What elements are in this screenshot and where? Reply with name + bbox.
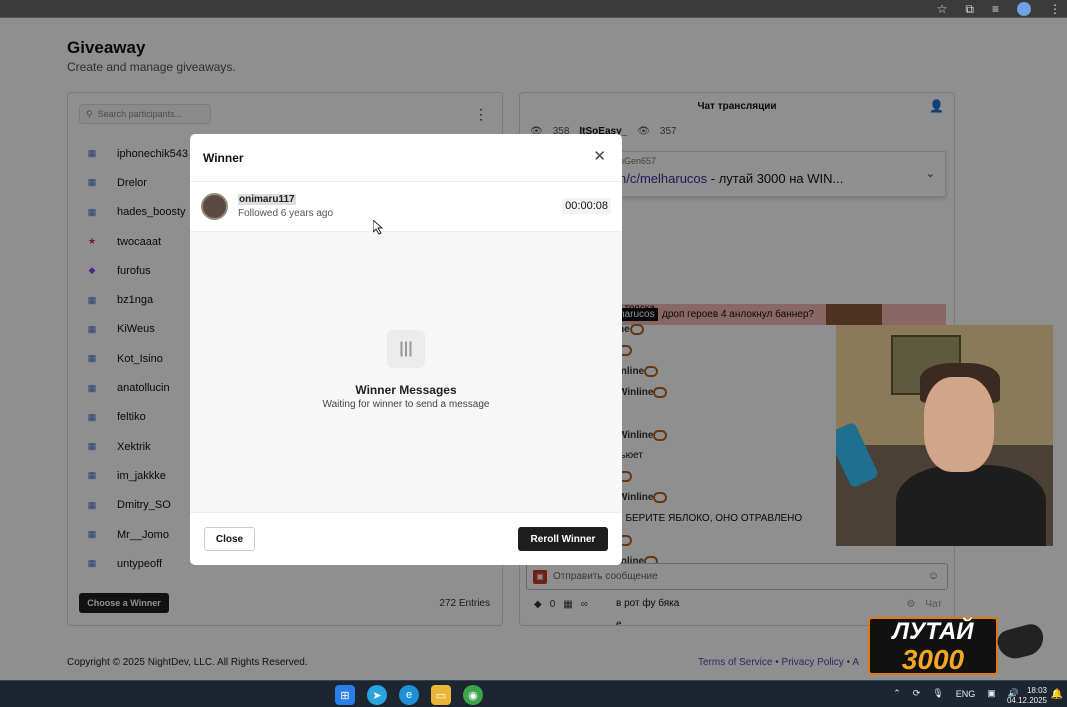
promo-line1: ЛУТАЙ (892, 618, 974, 645)
promo-banner: ЛУТАЙ 3000 (868, 617, 998, 675)
messages-title: Winner Messages (355, 383, 457, 397)
clock-time: 18:03 (1026, 686, 1047, 695)
edge-icon[interactable]: e (399, 685, 419, 705)
winner-messages-area: ||| Winner Messages Waiting for winner t… (190, 232, 622, 512)
winner-dialog: Winner ✕ onimaru117 Followed 6 years ago… (190, 134, 622, 565)
telegram-icon[interactable]: ➤ (367, 685, 387, 705)
chrome-icon[interactable]: ◉ (463, 685, 483, 705)
avatar (201, 193, 228, 220)
mic-icon[interactable]: 🎙 (932, 688, 943, 699)
dialog-header: Winner ✕ (190, 134, 622, 182)
sync-icon[interactable]: ⟳ (913, 688, 921, 699)
dialog-footer: Close Reroll Winner (190, 512, 622, 565)
clock-date: 04.12.2025 (1006, 696, 1047, 705)
profile-avatar[interactable] (1017, 2, 1031, 16)
followed-info: Followed 6 years ago (238, 208, 334, 219)
promo-line2: 3000 (901, 644, 965, 675)
winner-timer: 00:00:08 (562, 198, 611, 214)
extension-icon[interactable]: ⧉ (965, 2, 974, 17)
close-icon[interactable]: ✕ (593, 148, 606, 166)
media-icon[interactable]: ≡ (992, 2, 999, 16)
close-button[interactable]: Close (204, 527, 255, 551)
mouse-cursor-icon (373, 220, 383, 235)
chevron-up-icon[interactable]: ⌃ (893, 688, 901, 699)
gamepad-icon (994, 621, 1048, 663)
menu-icon[interactable]: ⋮ (1049, 2, 1061, 16)
webcam-overlay (836, 325, 1053, 546)
taskbar: ⊞ ➤ e ▭ ◉ ⌃ ⟳ 🎙 ENG ▣ 🔊 18:03 04.12.2025… (0, 680, 1067, 707)
browser-toolbar: ☆ ⧉ ≡ ⋮ (0, 0, 1067, 18)
star-icon[interactable]: ☆ (937, 2, 948, 16)
reroll-winner-button[interactable]: Reroll Winner (518, 527, 608, 551)
winner-row: onimaru117 Followed 6 years ago 00:00:08 (190, 182, 622, 232)
notification-icon[interactable]: 🔔 (1051, 689, 1063, 700)
dialog-title: Winner (203, 151, 244, 165)
start-icon[interactable]: ⊞ (335, 685, 355, 705)
clock[interactable]: 18:03 04.12.2025 (1007, 686, 1047, 706)
network-icon[interactable]: ▣ (987, 688, 996, 699)
winner-name[interactable]: onimaru117 (238, 194, 296, 205)
streamer-body (896, 465, 1046, 546)
messages-icon: ||| (387, 330, 425, 368)
messages-subtitle: Waiting for winner to send a message (322, 399, 490, 410)
streamer-face (924, 377, 994, 472)
file-explorer-icon[interactable]: ▭ (431, 685, 451, 705)
promo-overlay: ЛУТАЙ 3000 (868, 617, 1048, 677)
language-indicator[interactable]: ENG (956, 689, 976, 699)
